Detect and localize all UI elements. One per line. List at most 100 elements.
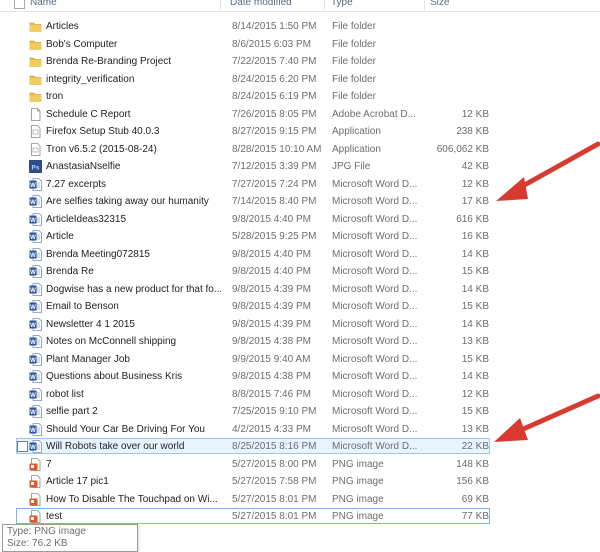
file-type: File folder	[332, 56, 376, 67]
svg-text:W: W	[30, 410, 36, 416]
file-row[interactable]: tron 8/24/2015 6:19 PM File folder	[16, 88, 490, 104]
file-size: 14 KB	[461, 318, 489, 330]
file-name: Will Robots take over our world	[46, 441, 185, 452]
file-row[interactable]: W ArticleIdeas32315 9/8/2015 4:40 PM Micros…	[16, 211, 490, 227]
file-size: 77 KB	[461, 511, 489, 522]
file-name: Tron v6.5.2 (2015-08-24)	[46, 143, 157, 155]
file-date-modified: 7/25/2015 9:10 PM	[232, 406, 317, 417]
file-row[interactable]: Tron v6.5.2 (2015-08-24) 8/28/2015 10:10 …	[16, 141, 490, 157]
file-date-modified: 5/27/2015 8:01 PM	[232, 511, 317, 522]
svg-text:W: W	[30, 392, 36, 398]
file-size: 13 KB	[461, 336, 489, 347]
file-date-modified: 8/27/2015 9:15 PM	[232, 126, 317, 137]
application-icon	[29, 125, 42, 138]
word-document-icon: W	[29, 440, 42, 453]
file-name: Newsletter 4 1 2015	[46, 318, 135, 330]
svg-text:W: W	[30, 270, 36, 276]
word-document-icon: W	[29, 212, 42, 226]
file-name: Article 17 pic1	[46, 476, 109, 487]
file-name: Brenda Re	[46, 266, 94, 277]
file-date-modified: 9/8/2015 4:39 PM	[232, 283, 311, 295]
file-date-modified: 8/14/2015 1:50 PM	[232, 21, 317, 32]
column-header-date-modified[interactable]: Date modified	[230, 0, 292, 8]
file-row[interactable]: W Notes on McConnell shipping 9/8/2015 4:3…	[16, 333, 490, 349]
tooltip-size: Size: 76.2 KB	[7, 538, 68, 549]
file-date-modified: 5/27/2015 8:00 PM	[232, 458, 317, 470]
folder-icon	[29, 20, 42, 33]
word-document-icon: W	[29, 352, 42, 366]
file-size: 12 KB	[461, 108, 489, 120]
file-size: 16 KB	[461, 231, 489, 242]
folder-icon	[29, 38, 42, 51]
file-date-modified: 7/27/2015 7:24 PM	[232, 178, 317, 190]
file-size: 13 KB	[461, 423, 489, 435]
document-icon	[29, 107, 42, 121]
file-row[interactable]: W Will Robots take over our world 8/25/201…	[16, 438, 490, 454]
file-row[interactable]: 7 5/27/2015 8:00 PM PNG image 148 KB	[16, 456, 490, 472]
file-row[interactable]: W Newsletter 4 1 2015 9/8/2015 4:39 PM Micr…	[16, 316, 490, 332]
file-row[interactable]: W Are selfies taking away our humanity 7/1…	[16, 193, 490, 209]
file-row[interactable]: W 7.27 excerpts 7/27/2015 7:24 PM Microsoft…	[16, 176, 490, 192]
red-arrow-annotation	[496, 141, 600, 201]
file-name: AnastasiaNselfie	[46, 161, 121, 172]
file-name: 7.27 excerpts	[46, 178, 107, 190]
file-row[interactable]: Wrobot list 8/8/2015 7:46 PM Microsoft Wor…	[16, 386, 490, 402]
file-name: Articles	[46, 21, 79, 32]
folder-icon	[29, 55, 42, 68]
column-header-type[interactable]: Type	[331, 0, 353, 8]
file-row[interactable]: Wselfie part 2 7/25/2015 9:10 PM Microsoft…	[16, 403, 490, 419]
column-header-size[interactable]: Size	[430, 0, 449, 8]
file-row[interactable]: W Questions about Business Kris 9/8/2015 4…	[16, 368, 490, 384]
file-row[interactable]: Brenda Re-Branding Project 7/22/2015 7:40…	[16, 53, 490, 69]
word-document-icon: W	[29, 195, 42, 208]
word-document-icon: W	[29, 387, 42, 401]
folder-icon	[29, 90, 42, 103]
file-date-modified: 8/28/2015 10:10 AM	[232, 143, 322, 155]
word-document-icon: W	[29, 405, 42, 418]
file-row[interactable]: W Brenda Re 9/8/2015 4:40 PM Microsoft Word…	[16, 263, 490, 279]
select-all-checkbox[interactable]	[14, 0, 25, 9]
column-divider[interactable]	[424, 0, 425, 10]
file-name: Dogwise has a new product for that fo...	[46, 283, 221, 295]
file-row[interactable]: Firefox Setup Stub 40.0.3 8/27/2015 9:15 …	[16, 123, 490, 139]
file-name: robot list	[46, 388, 84, 400]
file-row[interactable]: Schedule C Report 7/26/2015 8:05 PM Adobe …	[16, 106, 490, 122]
file-name: Bob's Computer	[46, 38, 118, 50]
file-row[interactable]: integrity_verification 8/24/2015 6:20 PM F…	[16, 71, 490, 87]
file-date-modified: 7/22/2015 7:40 PM	[232, 56, 317, 67]
file-row[interactable]: Ps AnastasiaNselfie 7/12/2015 3:39 PM JPG F…	[16, 158, 490, 174]
file-size: 12 KB	[461, 388, 489, 400]
file-info-tooltip: Type: PNG image Size: 76.2 KB	[2, 524, 138, 552]
file-size: 14 KB	[461, 283, 489, 295]
file-date-modified: 9/8/2015 4:38 PM	[232, 371, 311, 382]
word-document-icon: W	[29, 282, 42, 296]
png-image-icon	[29, 457, 42, 471]
photoshop-icon: Ps	[29, 160, 42, 173]
word-document-icon: W	[29, 247, 42, 261]
file-row[interactable]: W Email to Benson 9/8/2015 4:39 PM Microsof…	[16, 298, 490, 314]
file-row[interactable]: Articles 8/14/2015 1:50 PM File folder	[16, 18, 490, 34]
column-header-name[interactable]: Name	[30, 0, 57, 8]
file-row[interactable]: test 5/27/2015 8:01 PM PNG image 77 KB	[16, 508, 490, 524]
file-name: Brenda Meeting072815	[46, 248, 150, 260]
svg-text:W: W	[30, 200, 36, 206]
file-row[interactable]: W Dogwise has a new product for that fo..…	[16, 281, 490, 297]
file-row[interactable]: W Should Your Car Be Driving For You 4/2/2…	[16, 421, 490, 437]
file-row[interactable]: W Plant Manager Job 9/9/2015 9:40 AM Micros…	[16, 351, 490, 367]
file-name: How To Disable The Touchpad on Wi...	[46, 493, 218, 505]
file-row[interactable]: W Article 5/28/2015 9:25 PM Microsoft Word …	[16, 228, 490, 244]
file-row[interactable]: Article 17 pic1 5/27/2015 7:58 PM PNG imag…	[16, 473, 490, 489]
file-name: ArticleIdeas32315	[46, 213, 127, 225]
file-row[interactable]: How To Disable The Touchpad on Wi... 5/27…	[16, 491, 490, 507]
word-document-icon: W	[29, 265, 42, 278]
file-date-modified: 8/24/2015 6:20 PM	[232, 73, 317, 85]
file-row[interactable]: Bob's Computer 8/6/2015 6:03 PM File folde…	[16, 36, 490, 52]
file-date-modified: 7/26/2015 8:05 PM	[232, 108, 317, 120]
file-date-modified: 5/27/2015 8:01 PM	[232, 493, 317, 505]
svg-text:W: W	[30, 322, 36, 328]
column-divider[interactable]	[324, 0, 325, 10]
row-select-checkbox[interactable]	[17, 441, 28, 452]
file-name: Notes on McConnell shipping	[46, 336, 177, 347]
file-row[interactable]: W Brenda Meeting072815 9/8/2015 4:40 PM Mic…	[16, 246, 490, 262]
column-divider[interactable]	[220, 0, 221, 10]
